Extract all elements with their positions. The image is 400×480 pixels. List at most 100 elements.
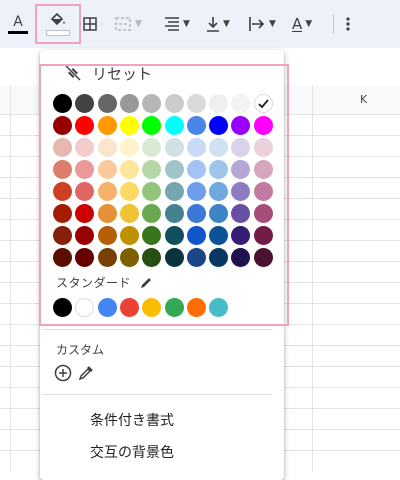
valign-caret-icon: ▼ <box>223 19 230 29</box>
vertical-align-bottom-icon <box>207 17 219 32</box>
color-swatch[interactable] <box>164 248 184 267</box>
text-rotation-button[interactable]: A ▼ <box>292 10 326 38</box>
color-swatch[interactable] <box>53 226 72 245</box>
menu-divider <box>42 329 272 330</box>
color-swatch[interactable] <box>119 204 139 223</box>
color-swatch[interactable] <box>53 182 72 201</box>
color-swatch[interactable] <box>97 182 117 201</box>
merge-cells-icon <box>115 17 131 31</box>
color-swatch[interactable] <box>119 226 139 245</box>
color-swatch[interactable] <box>53 116 72 135</box>
color-swatch[interactable] <box>253 138 273 157</box>
borders-icon <box>83 17 97 31</box>
color-swatch[interactable] <box>164 116 184 135</box>
color-swatch[interactable] <box>209 94 229 113</box>
align-left-icon <box>165 17 179 31</box>
color-swatch[interactable] <box>209 160 229 179</box>
color-swatch[interactable] <box>53 248 72 267</box>
color-swatch[interactable] <box>53 94 72 113</box>
color-swatch[interactable] <box>186 138 206 157</box>
color-swatch[interactable] <box>253 248 273 267</box>
text-color-button[interactable]: A <box>6 10 30 38</box>
color-swatch[interactable] <box>253 226 273 245</box>
color-swatch[interactable] <box>119 248 139 267</box>
color-swatch[interactable] <box>209 204 229 223</box>
color-swatch[interactable] <box>119 116 139 135</box>
color-swatch[interactable] <box>253 204 273 223</box>
add-custom-color-icon[interactable] <box>54 364 72 382</box>
color-swatch[interactable] <box>186 116 206 135</box>
color-swatch[interactable] <box>209 248 229 267</box>
color-swatch[interactable] <box>164 160 184 179</box>
color-swatch[interactable] <box>186 94 206 113</box>
standard-color-swatch[interactable] <box>97 298 117 317</box>
color-swatch[interactable] <box>164 204 184 223</box>
wrap-caret-icon: ▼ <box>269 19 276 29</box>
formatting-toolbar: A ▼ ▼ ▼ ▼ A ▼ <box>0 0 400 48</box>
color-swatch[interactable] <box>164 94 184 113</box>
color-swatch[interactable] <box>97 160 117 179</box>
color-swatch[interactable] <box>119 94 139 113</box>
reset-button[interactable]: リセット <box>64 62 152 84</box>
color-swatch[interactable] <box>119 182 139 201</box>
borders-button[interactable] <box>82 10 102 38</box>
fill-none-icon <box>64 64 82 82</box>
color-swatch[interactable] <box>97 116 117 135</box>
color-swatch[interactable] <box>209 116 229 135</box>
color-swatch[interactable] <box>253 94 273 113</box>
reset-label: リセット <box>92 64 153 83</box>
standard-color-swatch[interactable] <box>186 298 206 317</box>
fill-color-button[interactable] <box>38 6 78 42</box>
color-swatch[interactable] <box>209 226 229 245</box>
text-wrapping-button[interactable]: ▼ <box>248 10 282 38</box>
color-swatch[interactable] <box>186 226 206 245</box>
more-options-button[interactable] <box>340 10 356 38</box>
color-swatch[interactable] <box>186 160 206 179</box>
standard-color-swatch[interactable] <box>53 298 72 317</box>
color-swatch[interactable] <box>209 182 229 201</box>
pencil-icon[interactable] <box>139 276 153 290</box>
paint-bucket-icon <box>50 12 65 26</box>
vertical-align-button[interactable]: ▼ <box>206 10 238 38</box>
color-swatch[interactable] <box>119 160 139 179</box>
horizontal-align-button[interactable]: ▼ <box>164 10 196 38</box>
color-swatch[interactable] <box>119 138 139 157</box>
standard-color-swatch[interactable] <box>119 298 139 317</box>
eyedropper-icon[interactable] <box>77 364 95 382</box>
merge-caret-icon: ▼ <box>135 19 142 29</box>
color-swatch[interactable] <box>97 248 117 267</box>
standard-color-swatch[interactable] <box>164 298 184 317</box>
color-swatch[interactable] <box>186 182 206 201</box>
color-swatch[interactable] <box>53 160 72 179</box>
color-swatch[interactable] <box>186 204 206 223</box>
custom-label: カスタム <box>56 343 105 357</box>
color-swatch[interactable] <box>97 204 117 223</box>
color-swatch[interactable] <box>53 138 72 157</box>
selected-check-icon <box>258 99 269 109</box>
color-swatch[interactable] <box>209 138 229 157</box>
alternating-colors-item[interactable]: 交互の背景色 <box>90 442 174 462</box>
text-color-bar <box>8 30 28 34</box>
conditional-format-item[interactable]: 条件付き書式 <box>90 410 174 430</box>
text-color-letter: A <box>13 13 23 30</box>
rotation-caret-icon: ▼ <box>305 19 313 29</box>
standard-color-swatch[interactable] <box>209 298 229 317</box>
color-swatch[interactable] <box>164 138 184 157</box>
standard-section-header: スタンダード <box>56 274 153 291</box>
toolbar-divider <box>333 14 334 34</box>
color-swatch[interactable] <box>97 94 117 113</box>
standard-label: スタンダード <box>56 276 132 290</box>
color-swatch[interactable] <box>97 138 117 157</box>
color-swatch[interactable] <box>53 204 72 223</box>
color-swatch[interactable] <box>186 248 206 267</box>
color-swatch[interactable] <box>253 116 273 135</box>
color-swatch[interactable] <box>164 226 184 245</box>
color-swatch[interactable] <box>164 182 184 201</box>
merge-cells-button[interactable]: ▼ <box>114 10 154 38</box>
color-swatch[interactable] <box>253 182 273 201</box>
text-wrap-icon <box>249 17 265 31</box>
menu-divider-2 <box>42 394 272 395</box>
color-swatch[interactable] <box>253 160 273 179</box>
more-vert-icon <box>346 17 350 31</box>
color-swatch[interactable] <box>97 226 117 245</box>
